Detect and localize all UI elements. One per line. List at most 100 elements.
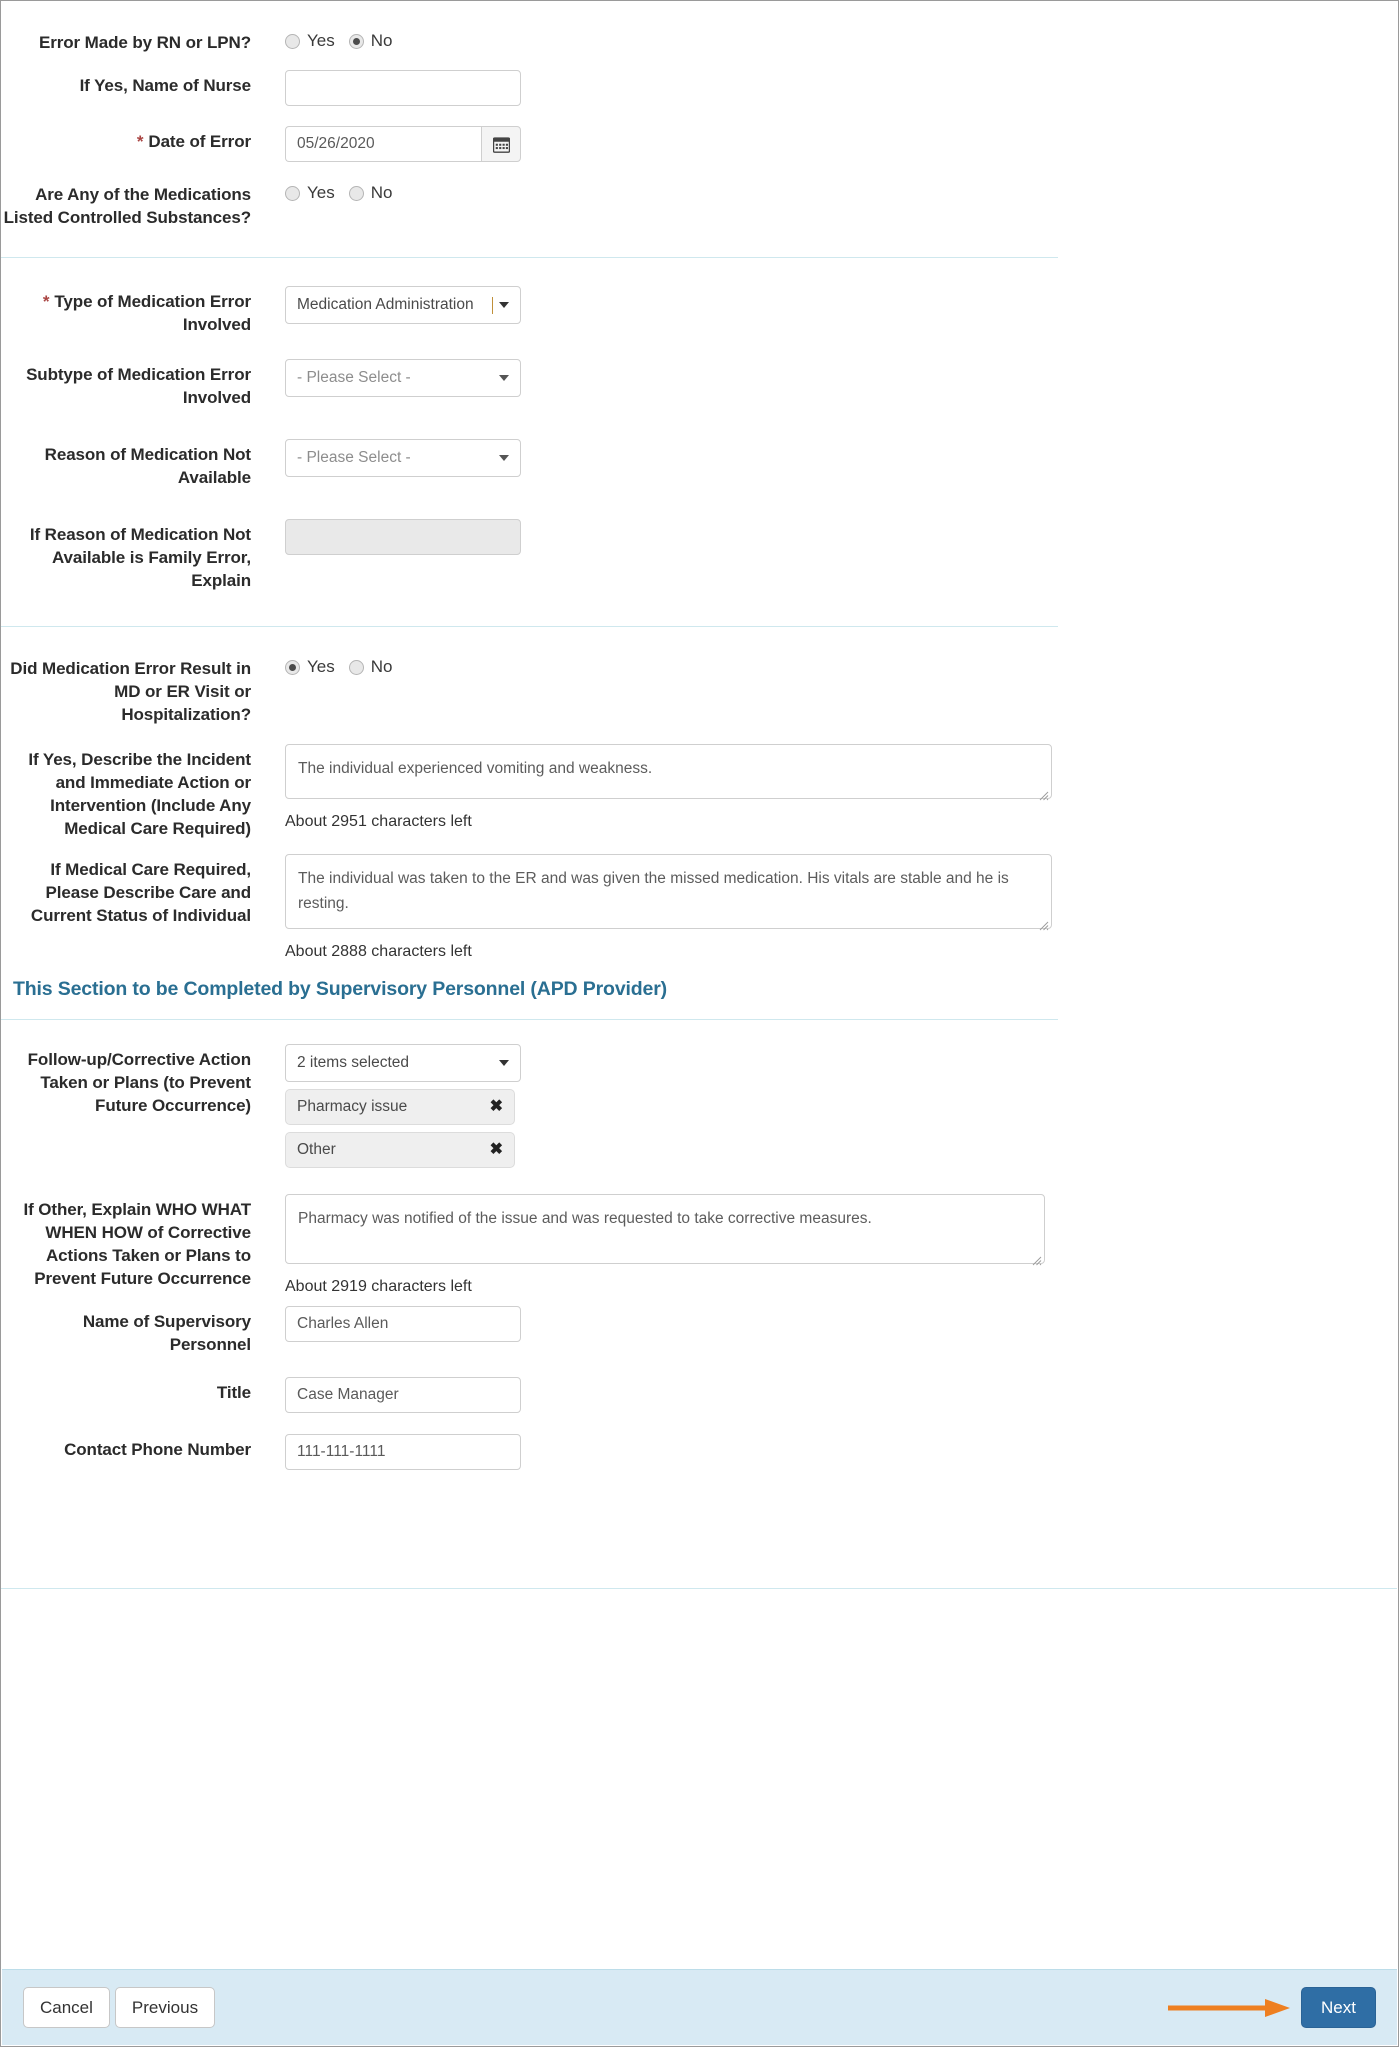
radio-option-md-er-no[interactable]: No: [348, 657, 392, 677]
medication-error-form-page: Error Made by RN or LPN? Yes No If Yes, …: [0, 0, 1399, 2047]
label-reason-medication-not-available: Reason of Medication Not Available: [44, 445, 251, 487]
field-row-describe-care-status: If Medical Care Required, Please Describ…: [1, 854, 1058, 961]
label-name-of-nurse: If Yes, Name of Nurse: [79, 76, 252, 95]
radio-option-controlled-substances-no[interactable]: No: [348, 183, 393, 203]
name-of-nurse-input[interactable]: [285, 70, 521, 106]
radio-label-yes: Yes: [307, 183, 335, 202]
radio-button-yes[interactable]: [285, 659, 300, 675]
field-row-contact-phone-number: Contact Phone Number: [1, 1434, 1058, 1470]
field-row-controlled-substances: Are Any of the Medications Listed Contro…: [1, 179, 1058, 229]
radio-group-error-made-by-rn: Yes No: [285, 27, 1058, 51]
describe-incident-textarea-wrap: [285, 744, 1052, 804]
control-reason-medication-not-available: - Please Select -: [251, 439, 1058, 477]
field-row-error-made-by-rn: Error Made by RN or LPN? Yes No: [1, 27, 1058, 54]
remove-chip-icon[interactable]: ✖: [490, 1142, 503, 1158]
cancel-button[interactable]: Cancel: [23, 1987, 110, 2028]
label-date-of-error: * Date of Error: [136, 132, 251, 151]
radio-button-no[interactable]: [348, 185, 364, 201]
label-family-error-explain: If Reason of Medication Not Available is…: [29, 525, 251, 590]
radio-button-yes[interactable]: [285, 33, 300, 49]
supervisory-section-title: This Section to be Completed by Supervis…: [13, 978, 668, 1000]
chevron-down-icon: [499, 455, 509, 461]
radio-button-yes[interactable]: [285, 185, 300, 201]
label-md-er-visit-result: Did Medication Error Result in MD or ER …: [10, 659, 251, 724]
calendar-glyph: [492, 136, 510, 153]
label-name-supervisory-personnel: Name of Supervisory Personnel: [82, 1312, 251, 1354]
if-other-explain-character-counter: About 2919 characters left: [285, 1278, 472, 1295]
control-title: [251, 1377, 1058, 1413]
field-row-if-other-explain: If Other, Explain WHO WHAT WHEN HOW of C…: [1, 1194, 1058, 1296]
field-row-type-of-medication-error: * Type of Medication Error Involved Medic…: [1, 286, 1058, 336]
contact-phone-number-input[interactable]: [285, 1434, 521, 1470]
control-controlled-substances: Yes No: [251, 179, 1058, 203]
field-row-family-error-explain: If Reason of Medication Not Available is…: [1, 519, 1058, 592]
control-describe-incident: About 2951 characters left: [251, 744, 1058, 831]
if-other-explain-textarea[interactable]: [285, 1194, 1045, 1264]
next-button[interactable]: Next: [1301, 1987, 1376, 2028]
chevron-down-icon: [499, 1060, 509, 1066]
label-describe-care-status: If Medical Care Required, Please Describ…: [30, 860, 251, 925]
date-of-error-input[interactable]: [285, 126, 481, 162]
field-row-subtype-of-medication-error: Subtype of Medication Error Involved - P…: [1, 359, 1058, 409]
calendar-icon[interactable]: [481, 126, 521, 162]
control-name-of-nurse: [251, 70, 1058, 106]
name-supervisory-personnel-input[interactable]: [285, 1306, 521, 1342]
describe-care-status-textarea[interactable]: [285, 854, 1052, 929]
control-md-er-visit-result: Yes No: [251, 653, 1058, 677]
section-divider-4: [1, 1588, 1397, 1589]
label-controlled-substances: Are Any of the Medications Listed Contro…: [3, 185, 252, 227]
section-error-details: Error Made by RN or LPN? Yes No If Yes, …: [1, 1, 1398, 229]
select-value: Medication Administration: [297, 296, 474, 313]
orange-arrow-right-icon: [1168, 1998, 1291, 2017]
radio-option-controlled-substances-yes[interactable]: Yes: [285, 183, 335, 203]
title-input[interactable]: [285, 1377, 521, 1413]
select-value: - Please Select -: [297, 449, 411, 466]
label-followup-corrective-action: Follow-up/Corrective Action Taken or Pla…: [27, 1050, 251, 1115]
control-name-supervisory-personnel: [251, 1306, 1058, 1342]
radio-button-no[interactable]: [348, 33, 364, 49]
previous-button[interactable]: Previous: [114, 1987, 216, 2028]
label-subtype-of-medication-error: Subtype of Medication Error Involved: [26, 365, 251, 407]
required-asterisk-type-of-medication-error: *: [42, 292, 50, 311]
followup-corrective-action-multiselect[interactable]: 2 items selected: [285, 1044, 521, 1082]
control-if-other-explain: About 2919 characters left: [251, 1194, 1058, 1296]
field-row-name-of-nurse: If Yes, Name of Nurse: [1, 70, 1058, 106]
chevron-down-icon: [499, 302, 509, 308]
radio-label-yes: Yes: [307, 31, 335, 50]
control-family-error-explain: [251, 519, 1058, 555]
radio-label-no: No: [370, 31, 393, 50]
reason-medication-not-available-select[interactable]: - Please Select -: [285, 439, 521, 477]
control-describe-care-status: About 2888 characters left: [251, 854, 1058, 961]
describe-care-status-textarea-wrap: [285, 854, 1052, 934]
radio-button-no[interactable]: [348, 659, 364, 675]
describe-care-status-character-counter: About 2888 characters left: [285, 943, 472, 960]
selected-chip-pharmacy-issue: Pharmacy issue ✖: [285, 1089, 515, 1125]
radio-label-no: No: [370, 183, 393, 202]
remove-chip-icon[interactable]: ✖: [490, 1099, 503, 1115]
if-other-explain-textarea-wrap: [285, 1194, 1045, 1269]
family-error-explain-input: [285, 519, 521, 555]
field-row-md-er-visit-result: Did Medication Error Result in MD or ER …: [1, 653, 1058, 726]
field-row-describe-incident: If Yes, Describe the Incident and Immedi…: [1, 744, 1058, 840]
radio-option-md-er-yes[interactable]: Yes: [285, 657, 335, 677]
field-row-title: Title: [1, 1377, 1058, 1413]
control-contact-phone-number: [251, 1434, 1058, 1470]
chip-label: Pharmacy issue: [297, 1098, 408, 1115]
chevron-down-icon: [499, 375, 509, 381]
select-value: - Please Select -: [297, 369, 411, 386]
label-error-made-by-rn: Error Made by RN or LPN?: [38, 33, 251, 52]
type-of-medication-error-select[interactable]: Medication Administration: [285, 286, 521, 324]
field-row-date-of-error: * Date of Error: [1, 126, 1058, 162]
label-if-other-explain: If Other, Explain WHO WHAT WHEN HOW of C…: [23, 1200, 251, 1288]
control-subtype-of-medication-error: - Please Select -: [251, 359, 1058, 397]
radio-option-error-made-by-rn-yes[interactable]: Yes: [285, 31, 335, 51]
section-md-er-visit: Did Medication Error Result in MD or ER …: [1, 627, 1398, 961]
field-row-reason-medication-not-available: Reason of Medication Not Available - Ple…: [1, 439, 1058, 489]
control-error-made-by-rn: Yes No: [251, 27, 1058, 51]
describe-incident-textarea[interactable]: [285, 744, 1052, 799]
radio-option-error-made-by-rn-no[interactable]: No: [348, 31, 393, 51]
chip-label: Other: [297, 1141, 336, 1158]
radio-group-md-er-visit-result: Yes No: [285, 653, 1058, 677]
subtype-of-medication-error-select[interactable]: - Please Select -: [285, 359, 521, 397]
text-cursor: [492, 296, 493, 314]
